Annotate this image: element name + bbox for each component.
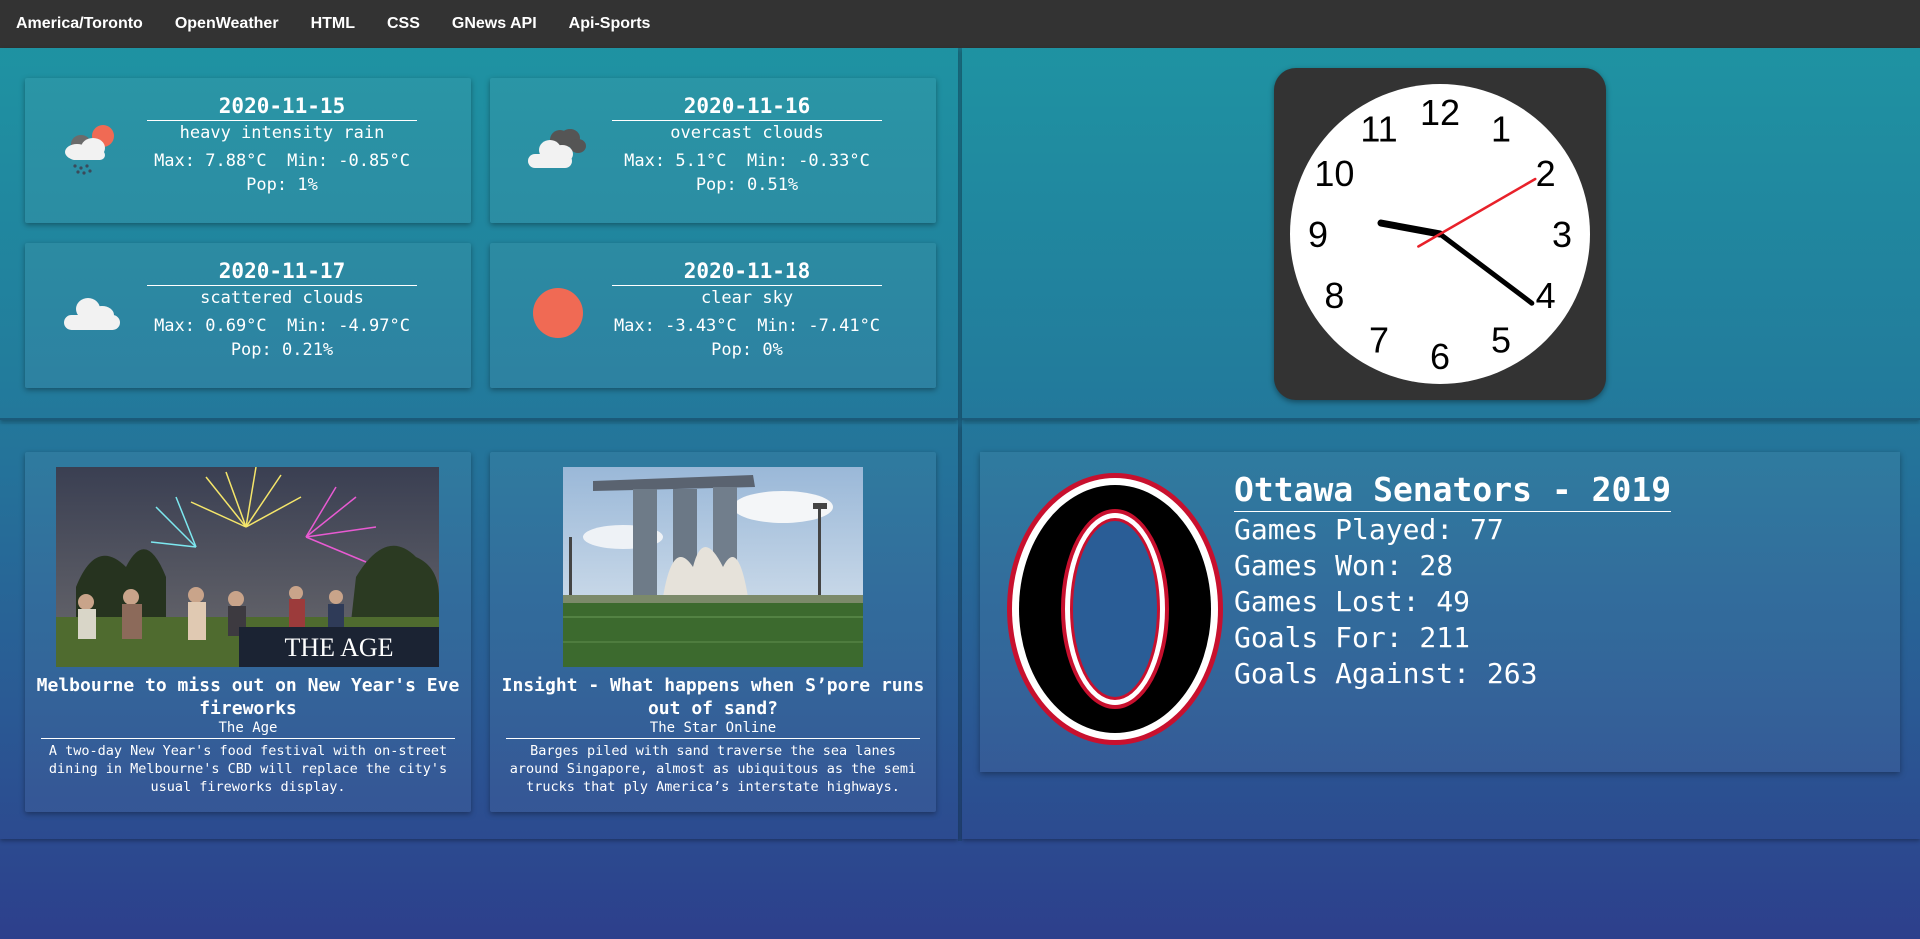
weather-pop: Pop: 0%	[711, 340, 783, 360]
weather-text: 2020-11-15 heavy intensity rain Max: 7.8…	[137, 94, 427, 195]
clock-numeral: 3	[1552, 214, 1572, 255]
analog-clock: 12 1 2 3 4 5 6 7 8 9 10 11	[1274, 68, 1606, 400]
weather-description: overcast clouds	[670, 123, 824, 143]
weather-card-1: 2020-11-15 heavy intensity rain Max: 7.8…	[25, 78, 471, 223]
cloud-icon	[64, 298, 120, 330]
weather-date: 2020-11-18	[612, 259, 882, 286]
nav-timezone[interactable]: America/Toronto	[16, 15, 143, 33]
nav-openweather[interactable]: OpenWeather	[175, 15, 279, 33]
news-image-fireworks: THE AGE	[56, 467, 439, 667]
weather-pop: Pop: 1%	[246, 175, 318, 195]
clock-numeral: 6	[1430, 336, 1450, 377]
weather-text: 2020-11-18 clear sky Max: -3.43°C Min: -…	[602, 259, 892, 360]
clock-numeral: 7	[1369, 320, 1389, 361]
news-image-caption: THE AGE	[284, 633, 393, 662]
news-title[interactable]: Insight - What happens when S’pore runs …	[500, 674, 926, 720]
weather-pop: Pop: 0.21%	[230, 340, 334, 360]
news-source: The Star Online	[506, 720, 920, 739]
nav-css[interactable]: CSS	[387, 15, 420, 33]
weather-max-min: Max: 5.1°C Min: -0.33°C	[624, 151, 870, 171]
news-description: Barges piled with sand traverse the sea …	[509, 743, 917, 795]
news-title[interactable]: Melbourne to miss out on New Year's Eve …	[35, 674, 461, 720]
weather-card-3: 2020-11-17 scattered clouds Max: 0.69°C …	[25, 243, 471, 388]
clock-numeral: 8	[1324, 275, 1344, 316]
weather-date: 2020-11-15	[147, 94, 417, 121]
news-card-2[interactable]: Insight - What happens when S’pore runs …	[490, 452, 936, 812]
stat-games-lost: Games Lost: 49	[1234, 585, 1471, 618]
stat-goals-against: Goals Against: 263	[1234, 657, 1538, 690]
clock-numeral: 4	[1536, 275, 1556, 316]
stat-goals-for: Goals For: 211	[1234, 621, 1471, 654]
team-stats: Ottawa Senators - 2019 Games Played: 77 …	[1234, 470, 1672, 692]
clock-numeral: 12	[1420, 92, 1460, 133]
clock-numeral: 5	[1491, 320, 1511, 361]
team-stats-card: Ottawa Senators - 2019 Games Played: 77 …	[980, 452, 1900, 772]
stat-games-won: Games Won: 28	[1234, 549, 1454, 582]
dashboard-grid: 2020-11-15 heavy intensity rain Max: 7.8…	[0, 48, 1920, 841]
weather-description: scattered clouds	[200, 288, 364, 308]
weather-description: clear sky	[700, 288, 794, 308]
nav-gnews[interactable]: GNews API	[452, 15, 537, 33]
sports-panel: Ottawa Senators - 2019 Games Played: 77 …	[962, 424, 1920, 839]
clock-numeral: 2	[1536, 153, 1556, 194]
nav-apisports[interactable]: Api-Sports	[569, 15, 651, 33]
news-description: A two-day New Year's food festival with …	[48, 743, 448, 795]
clock-face: 12 12 3 45678 9 1011	[1290, 84, 1590, 384]
weather-description: heavy intensity rain	[179, 123, 385, 143]
weather-date: 2020-11-16	[612, 94, 882, 121]
nav-html[interactable]: HTML	[311, 15, 355, 33]
clock-numeral: 11	[1360, 108, 1397, 149]
weather-card-2: 2020-11-16 overcast clouds Max: 5.1°C Mi…	[490, 78, 936, 223]
weather-text: 2020-11-17 scattered clouds Max: 0.69°C …	[137, 259, 427, 360]
weather-card-4: 2020-11-18 clear sky Max: -3.43°C Min: -…	[490, 243, 936, 388]
clock-panel: 12 1 2 3 4 5 6 7 8 9 10 11	[962, 48, 1920, 420]
weather-panel: 2020-11-15 heavy intensity rain Max: 7.8…	[0, 48, 958, 420]
weather-pop: Pop: 0.51%	[695, 175, 799, 195]
news-panel: THE AGE Melbourne to miss out on New Yea…	[0, 424, 958, 839]
weather-date: 2020-11-17	[147, 259, 417, 286]
top-navigation: America/Toronto OpenWeather HTML CSS GNe…	[0, 0, 1920, 48]
weather-text: 2020-11-16 overcast clouds Max: 5.1°C Mi…	[602, 94, 892, 195]
news-source: The Age	[41, 720, 455, 739]
stat-games-played: Games Played: 77	[1234, 513, 1504, 546]
sun-icon	[533, 288, 583, 338]
clock-numeral: 9	[1308, 214, 1328, 255]
team-title: Ottawa Senators - 2019	[1234, 470, 1672, 512]
clock-numeral: 10	[1314, 153, 1354, 194]
news-image-marina-bay	[563, 467, 863, 667]
rain-sun-icon	[65, 125, 114, 175]
overcast-clouds-icon	[528, 129, 586, 168]
news-card-1[interactable]: THE AGE Melbourne to miss out on New Yea…	[25, 452, 471, 812]
ottawa-senators-logo	[1007, 473, 1223, 745]
weather-max-min: Max: 0.69°C Min: -4.97°C	[154, 316, 410, 336]
clock-numeral: 1	[1491, 108, 1511, 149]
weather-max-min: Max: -3.43°C Min: -7.41°C	[613, 316, 881, 336]
weather-max-min: Max: 7.88°C Min: -0.85°C	[154, 151, 410, 171]
